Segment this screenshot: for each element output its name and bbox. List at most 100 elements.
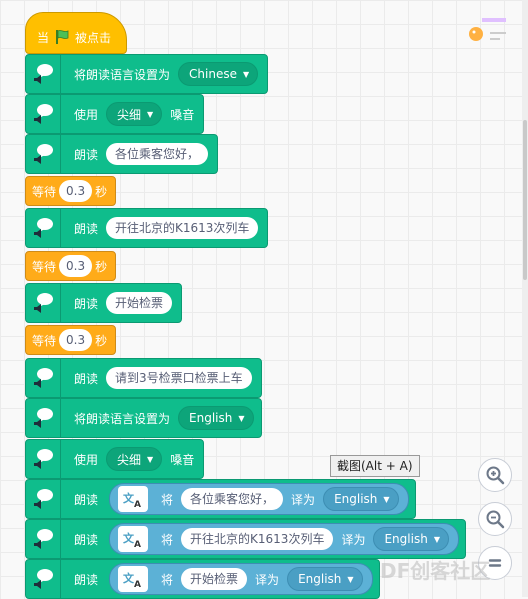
language-dropdown[interactable]: English ▼	[178, 406, 254, 430]
speech-bubble-speaker-icon	[26, 209, 61, 247]
block-label: 朗读	[74, 371, 99, 386]
translate-icon: 文A	[118, 566, 149, 592]
dropdown-arrow-icon: ▼	[147, 109, 154, 119]
speak-block[interactable]: 朗读 开往北京的K1613次列车	[25, 208, 269, 248]
speech-bubble-speaker-icon	[26, 480, 61, 518]
hat-clicked-label: 被点击	[75, 30, 112, 45]
speech-bubble-speaker-icon	[26, 55, 61, 93]
translate-text-input[interactable]: 各位乘客您好，	[181, 488, 284, 510]
zoom-out-button[interactable]	[478, 502, 512, 536]
when-flag-clicked-block[interactable]: 当 被点击	[25, 12, 128, 54]
block-label: 朗读	[74, 492, 99, 507]
speech-bubble-speaker-icon	[26, 399, 61, 437]
dropdown-arrow-icon: ▼	[242, 69, 250, 79]
translate-reporter[interactable]: 文A 将 开始检票 译为 English ▼	[109, 563, 373, 595]
dropdown-value: English	[298, 572, 342, 586]
wait-seconds-input[interactable]: 0.3	[59, 180, 93, 202]
set-voice-block[interactable]: 使用 尖细 ▼ 嗓音	[25, 439, 205, 479]
wait-block[interactable]: 等待 0.3 秒	[25, 251, 117, 281]
screenshot-tooltip: 截图(Alt + A)	[330, 455, 420, 477]
speech-bubble-speaker-icon	[26, 560, 61, 598]
voice-dropdown[interactable]: 尖细 ▼	[106, 102, 163, 126]
dropdown-value: English	[384, 532, 428, 546]
language-dropdown[interactable]: Chinese ▼	[178, 62, 259, 86]
block-label: 嗓音	[170, 452, 195, 467]
wait-block[interactable]: 等待 0.3 秒	[25, 325, 117, 355]
translate-label: 将	[161, 572, 174, 587]
dropdown-value: Chinese	[189, 67, 237, 81]
zoom-out-icon	[486, 510, 505, 529]
dropdown-arrow-icon: ▼	[238, 413, 245, 423]
block-label: 朗读	[74, 572, 99, 587]
speech-bubble-speaker-icon	[26, 284, 61, 322]
speak-text-input[interactable]: 开往北京的K1613次列车	[106, 217, 259, 239]
wait-label: 等待	[32, 259, 57, 274]
dropdown-value: English	[189, 411, 233, 425]
translate-reporter[interactable]: 文A 将 各位乘客您好， 译为 English ▼	[109, 483, 409, 515]
green-flag-icon	[56, 30, 69, 44]
dropdown-arrow-icon: ▼	[147, 454, 154, 464]
translate-language-dropdown[interactable]: English ▼	[373, 527, 449, 551]
block-label: 使用	[74, 452, 99, 467]
wait-label: 等待	[32, 184, 57, 199]
speak-translated-block[interactable]: 朗读 文A 将 开始检票 译为 English ▼	[25, 559, 380, 599]
translate-to-label: 译为	[291, 492, 316, 507]
zoom-in-button[interactable]	[478, 458, 512, 492]
dropdown-arrow-icon: ▼	[433, 534, 440, 544]
wait-seconds-input[interactable]: 0.3	[59, 329, 93, 351]
block-label: 朗读	[74, 296, 99, 311]
wait-unit: 秒	[95, 184, 108, 199]
block-label: 朗读	[74, 147, 99, 162]
watermark: DF创客社区	[380, 559, 491, 583]
translate-language-dropdown[interactable]: English ▼	[323, 487, 399, 511]
svg-text:A: A	[134, 540, 141, 548]
speak-text-input[interactable]: 请到3号检票口检票上车	[106, 367, 252, 389]
dropdown-value: 尖细	[117, 452, 142, 467]
speech-bubble-speaker-icon	[26, 359, 61, 397]
speak-translated-block[interactable]: 朗读 文A 将 各位乘客您好， 译为 English ▼	[25, 479, 416, 519]
block-label: 朗读	[74, 221, 99, 236]
speech-bubble-speaker-icon	[26, 135, 61, 173]
scrollbar-thumb[interactable]	[523, 120, 527, 280]
wait-block[interactable]: 等待 0.3 秒	[25, 176, 117, 206]
sprite-thumbnail-icon	[469, 18, 506, 41]
speech-bubble-speaker-icon	[26, 440, 61, 478]
block-label: 将朗读语言设置为	[74, 67, 171, 82]
vertical-scrollbar[interactable]	[522, 0, 528, 597]
block-label: 嗓音	[170, 107, 195, 122]
zoom-in-icon	[486, 466, 505, 485]
block-label: 使用	[74, 107, 99, 122]
translate-label: 将	[161, 532, 174, 547]
speak-translated-block[interactable]: 朗读 文A 将 开往北京的K1613次列车 译为 English ▼	[25, 519, 466, 559]
set-voice-block[interactable]: 使用 尖细 ▼ 嗓音	[25, 94, 205, 134]
speech-bubble-speaker-icon	[26, 95, 61, 133]
translate-language-dropdown[interactable]: English ▼	[287, 567, 363, 591]
speak-block[interactable]: 朗读 各位乘客您好，	[25, 134, 219, 174]
set-language-block[interactable]: 将朗读语言设置为 English ▼	[25, 398, 262, 438]
translate-text-input[interactable]: 开往北京的K1613次列车	[181, 528, 334, 550]
translate-icon: 文A	[118, 526, 149, 552]
translate-text-input[interactable]: 开始检票	[181, 568, 248, 590]
speak-text-input[interactable]: 开始检票	[106, 292, 173, 314]
wait-unit: 秒	[95, 333, 108, 348]
speak-text-input[interactable]: 各位乘客您好，	[106, 143, 209, 165]
translate-reporter[interactable]: 文A 将 开往北京的K1613次列车 译为 English ▼	[109, 523, 459, 555]
translate-label: 将	[161, 492, 174, 507]
svg-text:A: A	[134, 500, 141, 508]
block-label: 朗读	[74, 532, 99, 547]
translate-to-label: 译为	[341, 532, 366, 547]
dropdown-arrow-icon: ▼	[347, 574, 354, 584]
dropdown-value: 尖细	[117, 107, 142, 122]
speak-block[interactable]: 朗读 请到3号检票口检票上车	[25, 358, 262, 398]
hat-when-label: 当	[37, 30, 50, 45]
speech-bubble-speaker-icon	[26, 520, 61, 558]
wait-unit: 秒	[95, 259, 108, 274]
wait-seconds-input[interactable]: 0.3	[59, 255, 93, 277]
svg-text:A: A	[134, 580, 141, 588]
translate-icon: 文A	[118, 486, 149, 512]
translate-to-label: 译为	[255, 572, 280, 587]
voice-dropdown[interactable]: 尖细 ▼	[106, 447, 163, 471]
set-language-block[interactable]: 将朗读语言设置为 Chinese ▼	[25, 54, 269, 94]
speak-block[interactable]: 朗读 开始检票	[25, 283, 183, 323]
dropdown-value: English	[334, 492, 378, 506]
